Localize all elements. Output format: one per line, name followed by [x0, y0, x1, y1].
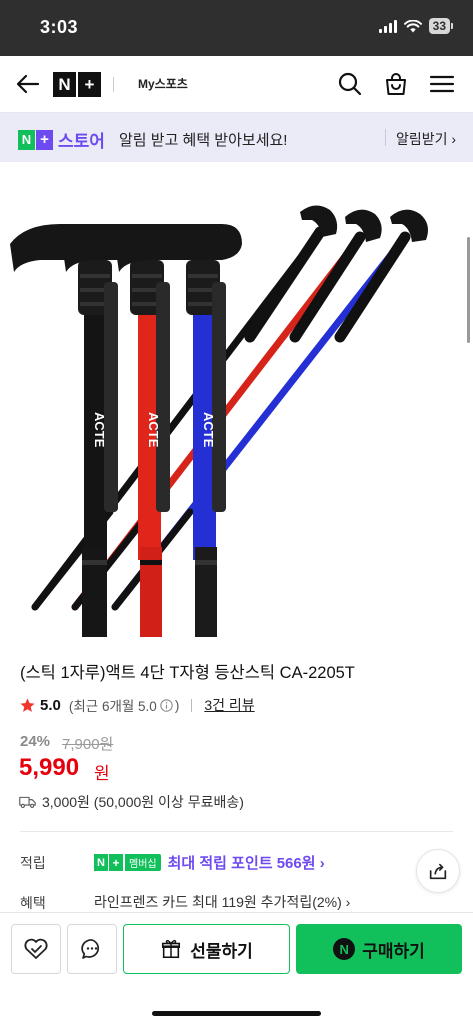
my-sports-link[interactable]: My스포츠 — [138, 75, 188, 92]
share-button[interactable] — [416, 849, 460, 893]
shipping-info: 3,000원 (50,000원 이상 무료배송) — [19, 792, 244, 812]
search-icon[interactable] — [336, 70, 364, 98]
membership-badge: 멤버십 — [125, 854, 161, 871]
signal-icon — [378, 19, 397, 33]
buy-label: 구매하기 — [362, 941, 425, 961]
logo-plus: + — [78, 72, 101, 97]
status-time: 3:03 — [40, 17, 79, 37]
banner-logo-n: N — [18, 129, 35, 150]
benefit-text-link[interactable]: 라인프렌즈 카드 최대 119원 추가적립(2%) › — [94, 892, 350, 912]
logo-n: N — [53, 72, 76, 97]
recent-rating: (최근 6개월 5.0 — [68, 699, 157, 714]
benefit-label: 혜택 — [20, 895, 46, 911]
home-indicator — [152, 1011, 321, 1016]
points-badge-plus: + — [109, 854, 123, 871]
back-arrow-icon[interactable] — [14, 70, 42, 98]
status-icons: 33 — [378, 18, 453, 34]
wishlist-button[interactable] — [11, 924, 61, 974]
notification-banner[interactable]: N + 스토어 알림 받고 혜택 받아보세요! 알림받기 › — [0, 112, 473, 162]
points-link[interactable]: N + 멤버십 최대 적립 포인트 566원 › — [94, 852, 325, 873]
wifi-icon — [403, 19, 422, 32]
banner-logo-plus: + — [36, 129, 53, 150]
truck-icon — [19, 796, 36, 808]
inquiry-chat-button[interactable] — [67, 924, 117, 974]
shipping-text: 3,000원 (50,000원 이상 무료배송) — [42, 794, 244, 810]
share-icon — [429, 863, 447, 880]
points-badge-n: N — [94, 854, 108, 871]
banner-message: 알림 받고 혜택 받아보세요! — [119, 132, 288, 149]
gift-icon — [162, 939, 181, 959]
battery-level: 33 — [428, 18, 450, 34]
product-image[interactable]: ACTE ACTE ACTE — [0, 162, 473, 647]
pole-black-front — [10, 224, 140, 637]
status-bar: 3:03 33 — [0, 0, 473, 56]
naver-pay-icon: N — [333, 938, 356, 960]
pole-brand-text-black: ACTE — [92, 412, 107, 448]
rating-score: 5.0 — [40, 696, 61, 714]
naver-plus-logo[interactable]: N + — [53, 72, 101, 97]
points-label: 적립 — [20, 855, 46, 871]
store-label: 스토어 — [58, 132, 105, 151]
top-header: N + My스포츠 — [0, 56, 473, 112]
original-price: 7,900원 — [62, 736, 114, 753]
discount-rate: 24% — [20, 733, 51, 750]
review-count-link[interactable]: 3건 리뷰 — [204, 695, 254, 715]
section-divider — [20, 831, 453, 832]
recent-rating-close: ) — [174, 697, 180, 713]
scrollbar[interactable] — [467, 237, 470, 343]
rating-divider — [191, 698, 193, 712]
pole-brand-text-red: ACTE — [146, 412, 161, 448]
bottom-action-bar: 선물하기 N 구매하기 — [0, 912, 473, 1024]
header-divider — [113, 77, 114, 92]
pole-brand-text-blue: ACTE — [201, 412, 216, 448]
banner-divider — [385, 129, 386, 146]
chat-bubble-icon — [81, 939, 100, 959]
max-points-text: 최대 적립 포인트 566원 › — [167, 855, 325, 872]
info-icon[interactable] — [160, 698, 173, 712]
product-title: (스틱 1자루)액트 4단 T자형 등산스틱 CA-2205T — [20, 664, 355, 682]
trekking-poles-image: ACTE ACTE ACTE — [10, 205, 428, 637]
battery-icon: 33 — [428, 18, 453, 34]
buy-button[interactable]: N 구매하기 — [296, 924, 462, 974]
gift-button[interactable]: 선물하기 — [123, 924, 290, 974]
get-notifications-button[interactable]: 알림받기 › — [396, 129, 456, 149]
shopping-bag-icon[interactable] — [382, 70, 410, 98]
gift-label: 선물하기 — [190, 941, 253, 961]
currency-unit: 원 — [94, 764, 110, 783]
menu-icon[interactable] — [428, 70, 456, 98]
heart-icon — [24, 938, 48, 959]
star-icon — [20, 697, 35, 712]
naver-plus-store-logo: N + 스토어 — [18, 127, 105, 152]
sale-price: 5,990 — [19, 754, 80, 781]
rating-row: 5.0 (최근 6개월 5.0 ) 3건 리뷰 — [19, 695, 255, 715]
